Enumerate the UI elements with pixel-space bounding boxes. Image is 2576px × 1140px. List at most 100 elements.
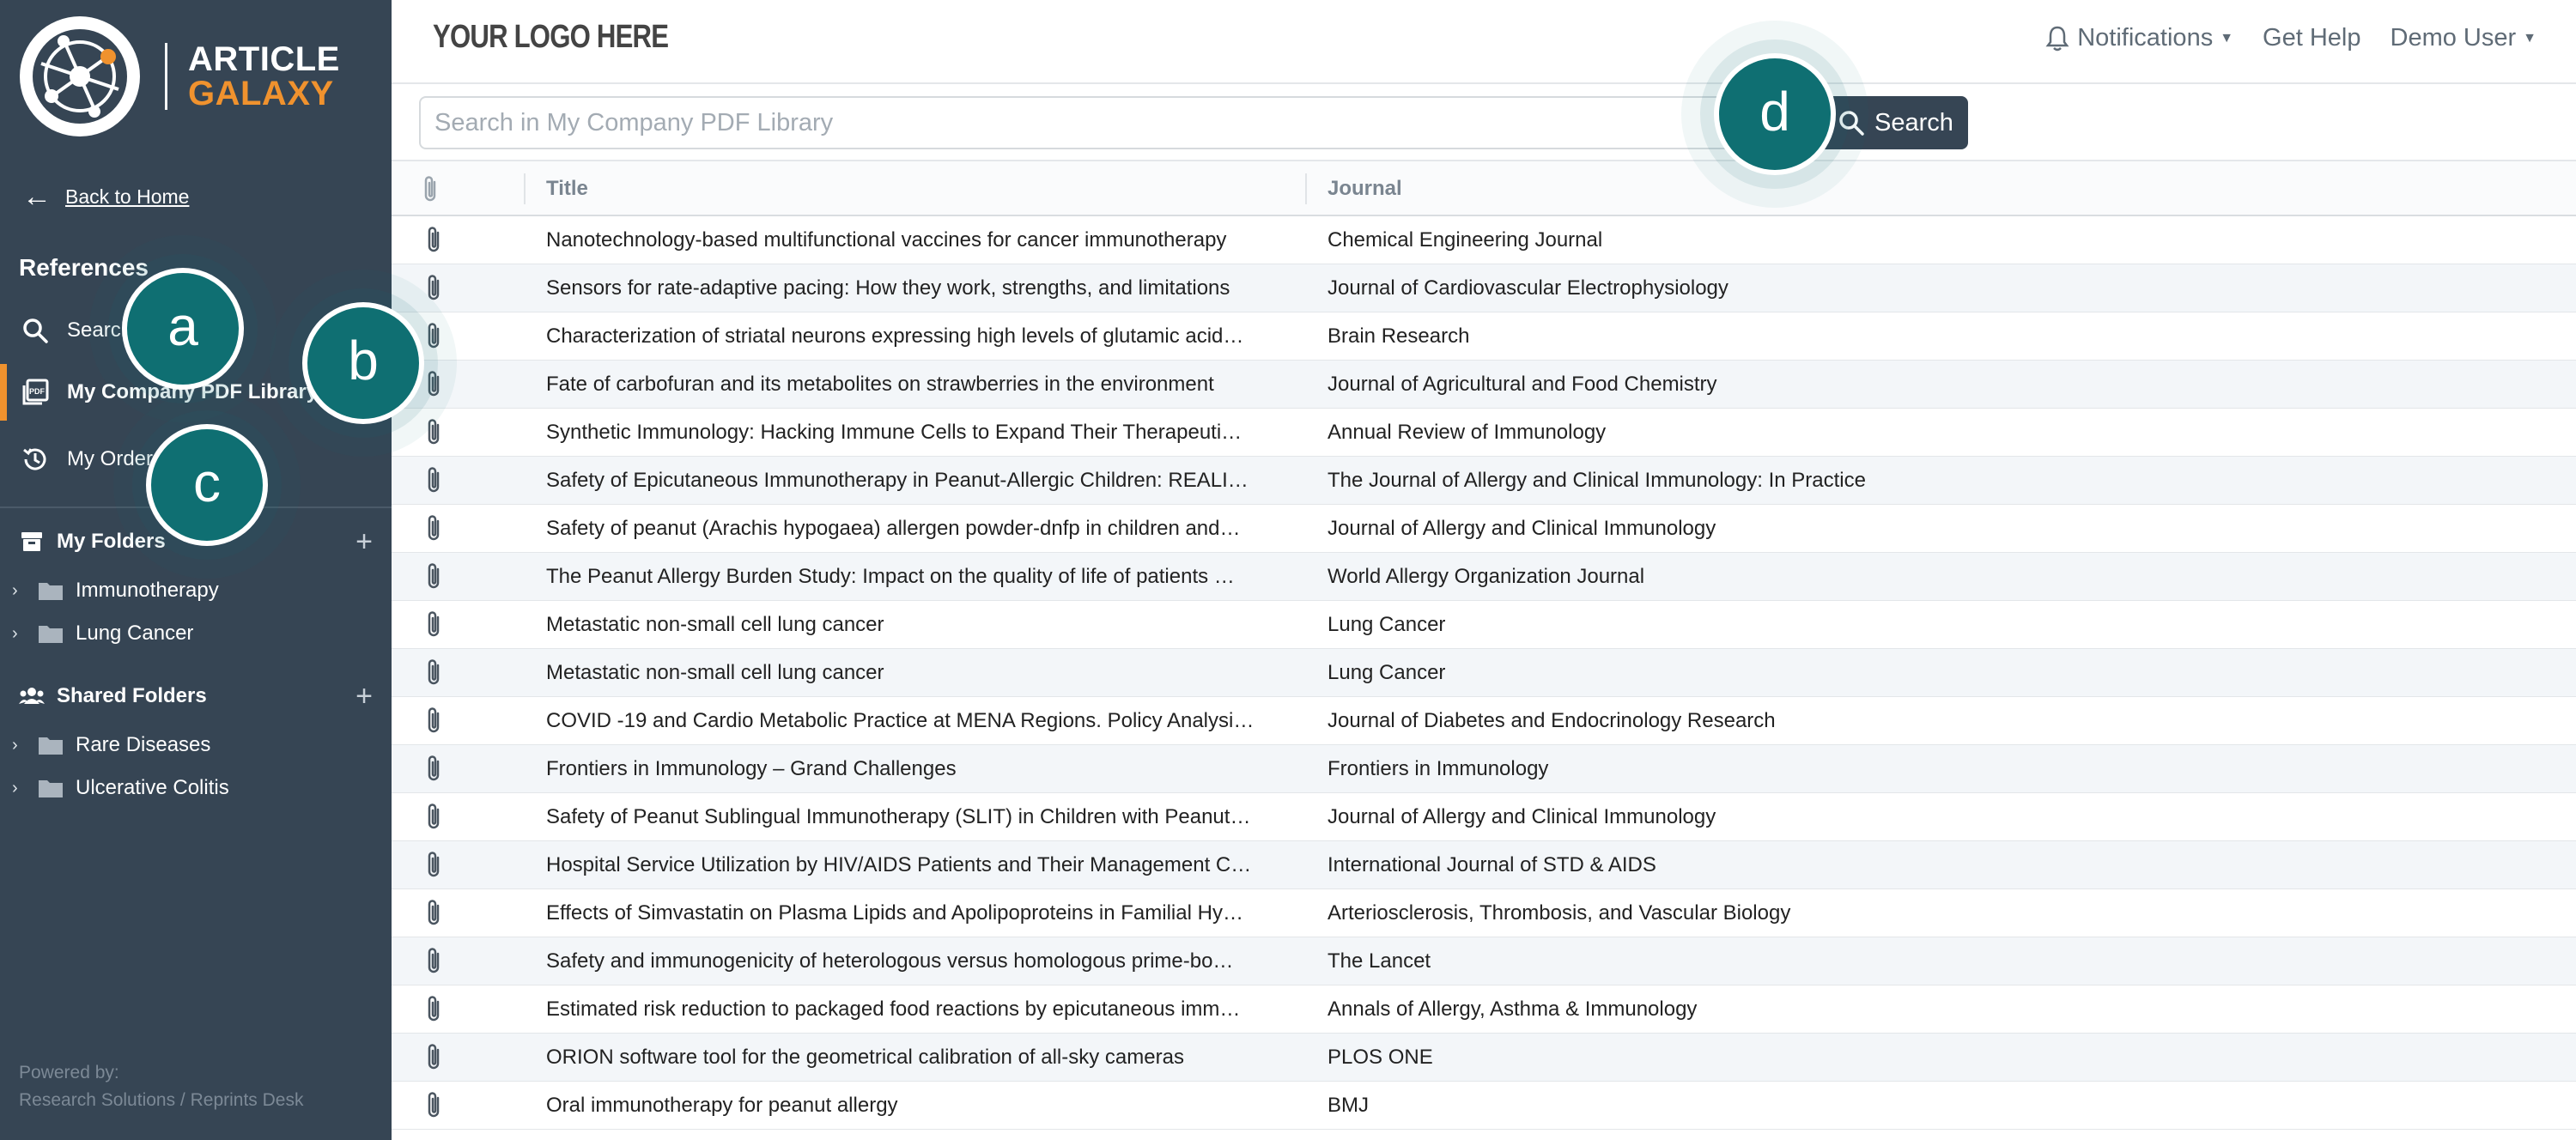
- row-title[interactable]: Characterization of striatal neurons exp…: [546, 324, 1276, 349]
- search-icon: [1839, 111, 1864, 136]
- table-row[interactable]: Characterization of striatal neurons exp…: [392, 312, 2576, 361]
- row-title[interactable]: ORION software tool for the geometrical …: [546, 1046, 1276, 1070]
- table-row[interactable]: Fate of carbofuran and its metabolites o…: [392, 361, 2576, 409]
- row-title[interactable]: Synthetic Immunology: Hacking Immune Cel…: [546, 421, 1276, 445]
- back-to-home-link[interactable]: ← Back to Home: [22, 182, 189, 211]
- table-row[interactable]: ORION software tool for the geometrical …: [392, 1034, 2576, 1082]
- folder-immunotherapy[interactable]: › Immunotherapy: [12, 579, 219, 603]
- table-row[interactable]: Metastatic non-small cell lung cancer Lun…: [392, 601, 2576, 649]
- table-row[interactable]: Oral immunotherapy for peanut allergy BMJ: [392, 1082, 2576, 1130]
- row-title[interactable]: Hospital Service Utilization by HIV/AIDS…: [546, 853, 1276, 877]
- table-row[interactable]: Safety of Epicutaneous Immunotherapy in …: [392, 457, 2576, 505]
- folder-rare-diseases[interactable]: › Rare Diseases: [12, 733, 210, 757]
- search-button[interactable]: Search: [1824, 96, 1968, 149]
- paperclip-icon[interactable]: [422, 1090, 447, 1119]
- paperclip-icon[interactable]: [422, 369, 447, 398]
- paperclip-icon[interactable]: [422, 225, 447, 254]
- users-icon: [19, 683, 45, 709]
- caret-down-icon: ▼: [2220, 30, 2234, 45]
- paperclip-icon[interactable]: [422, 802, 447, 831]
- paperclip-icon[interactable]: [422, 706, 447, 735]
- paperclip-icon[interactable]: [422, 1042, 447, 1071]
- attachment-column-header[interactable]: [419, 161, 441, 216]
- row-title[interactable]: Metastatic non-small cell lung cancer: [546, 661, 1276, 685]
- row-title[interactable]: Metastatic non-small cell lung cancer: [546, 613, 1276, 637]
- paperclip-icon[interactable]: [422, 994, 447, 1023]
- paperclip-icon[interactable]: [422, 898, 447, 927]
- row-title[interactable]: Frontiers in Immunology – Grand Challeng…: [546, 757, 1276, 781]
- callout-marker-a: a: [127, 273, 239, 385]
- powered-by-label: Powered by:: [19, 1063, 119, 1082]
- chevron-right-icon[interactable]: ›: [12, 779, 26, 798]
- add-shared-folder-icon[interactable]: +: [355, 682, 373, 711]
- table-row[interactable]: Estimated risk reduction to packaged foo…: [392, 985, 2576, 1034]
- logo-word-article: ARTICLE: [188, 40, 340, 78]
- row-title[interactable]: Nanotechnology-based multifunctional vac…: [546, 228, 1276, 252]
- table-row[interactable]: Safety of peanut (Arachis hypogaea) alle…: [392, 505, 2576, 553]
- paperclip-icon: [424, 176, 436, 202]
- add-folder-icon[interactable]: +: [355, 527, 373, 556]
- article-galaxy-logo[interactable]: ARTICLE GALAXY: [15, 12, 340, 141]
- chevron-right-icon[interactable]: ›: [12, 581, 26, 601]
- paperclip-icon[interactable]: [422, 321, 447, 350]
- row-journal: World Allergy Organization Journal: [1327, 564, 1645, 588]
- callout-c-label: c: [193, 452, 221, 513]
- title-column-header[interactable]: Title: [546, 161, 588, 216]
- row-title[interactable]: Estimated risk reduction to packaged foo…: [546, 998, 1276, 1022]
- row-title[interactable]: The Peanut Allergy Burden Study: Impact …: [546, 565, 1276, 589]
- row-title[interactable]: Safety of Epicutaneous Immunotherapy in …: [546, 469, 1276, 493]
- row-title[interactable]: COVID -19 and Cardio Metabolic Practice …: [546, 709, 1276, 733]
- row-title[interactable]: Effects of Simvastatin on Plasma Lipids …: [546, 901, 1276, 925]
- row-title[interactable]: Safety of Peanut Sublingual Immunotherap…: [546, 805, 1276, 829]
- table-row[interactable]: The Peanut Allergy Burden Study: Impact …: [392, 553, 2576, 601]
- paperclip-icon[interactable]: [422, 850, 447, 879]
- chevron-right-icon[interactable]: ›: [12, 736, 26, 755]
- folder-ulcerative-colitis[interactable]: › Ulcerative Colitis: [12, 776, 229, 800]
- paperclip-icon[interactable]: [422, 946, 447, 975]
- table-row[interactable]: Synthetic Immunology: Hacking Immune Cel…: [392, 409, 2576, 457]
- row-journal: Journal of Allergy and Clinical Immunolo…: [1327, 516, 1716, 540]
- folder-label: Immunotherapy: [76, 579, 219, 602]
- row-journal: Journal of Diabetes and Endocrinology Re…: [1327, 708, 1776, 732]
- paperclip-icon[interactable]: [422, 417, 447, 446]
- table-row[interactable]: Hospital Service Utilization by HIV/AIDS…: [392, 841, 2576, 889]
- table-row[interactable]: COVID -19 and Cardio Metabolic Practice …: [392, 697, 2576, 745]
- paperclip-icon[interactable]: [422, 754, 447, 783]
- callout-d-label: d: [1759, 81, 1790, 142]
- references-table-body: Nanotechnology-based multifunctional vac…: [392, 216, 2576, 1130]
- paperclip-icon[interactable]: [422, 658, 447, 687]
- paperclip-icon[interactable]: [422, 609, 447, 639]
- chevron-right-icon[interactable]: ›: [12, 624, 26, 644]
- user-menu-dropdown[interactable]: Demo User ▼: [2391, 24, 2537, 52]
- row-title[interactable]: Oral immunotherapy for peanut allergy: [546, 1094, 1276, 1118]
- callout-marker-b: b: [307, 307, 419, 419]
- table-row[interactable]: Metastatic non-small cell lung cancer Lun…: [392, 649, 2576, 697]
- row-title[interactable]: Safety of peanut (Arachis hypogaea) alle…: [546, 517, 1276, 541]
- search-button-label: Search: [1874, 108, 1953, 136]
- row-journal: Annual Review of Immunology: [1327, 420, 1607, 444]
- paperclip-icon[interactable]: [422, 513, 447, 543]
- row-title[interactable]: Sensors for rate-adaptive pacing: How th…: [546, 276, 1276, 300]
- row-journal: Lung Cancer: [1327, 660, 1446, 684]
- table-row[interactable]: Safety and immunogenicity of heterologou…: [392, 937, 2576, 985]
- paperclip-icon[interactable]: [422, 273, 447, 302]
- paperclip-icon[interactable]: [422, 465, 447, 494]
- table-row[interactable]: Effects of Simvastatin on Plasma Lipids …: [392, 889, 2576, 937]
- paperclip-icon[interactable]: [422, 561, 447, 591]
- row-title[interactable]: Fate of carbofuran and its metabolites o…: [546, 373, 1276, 397]
- callout-marker-c: c: [151, 429, 263, 541]
- search-placeholder: Search in My Company PDF Library: [434, 108, 834, 136]
- table-row[interactable]: Safety of Peanut Sublingual Immunotherap…: [392, 793, 2576, 841]
- notifications-dropdown[interactable]: Notifications ▼: [2044, 24, 2233, 52]
- row-title[interactable]: Safety and immunogenicity of heterologou…: [546, 949, 1276, 973]
- journal-column-header[interactable]: Journal: [1327, 161, 1402, 216]
- row-journal: The Lancet: [1327, 949, 1431, 973]
- folder-lung-cancer[interactable]: › Lung Cancer: [12, 622, 193, 646]
- search-input[interactable]: Search in My Company PDF Library: [419, 96, 1798, 149]
- row-journal: Lung Cancer: [1327, 612, 1446, 636]
- table-row[interactable]: Nanotechnology-based multifunctional vac…: [392, 216, 2576, 264]
- table-row[interactable]: Sensors for rate-adaptive pacing: How th…: [392, 264, 2576, 312]
- get-help-link[interactable]: Get Help: [2263, 24, 2360, 52]
- table-row[interactable]: Frontiers in Immunology – Grand Challeng…: [392, 745, 2576, 793]
- galaxy-logo-icon: [20, 16, 140, 136]
